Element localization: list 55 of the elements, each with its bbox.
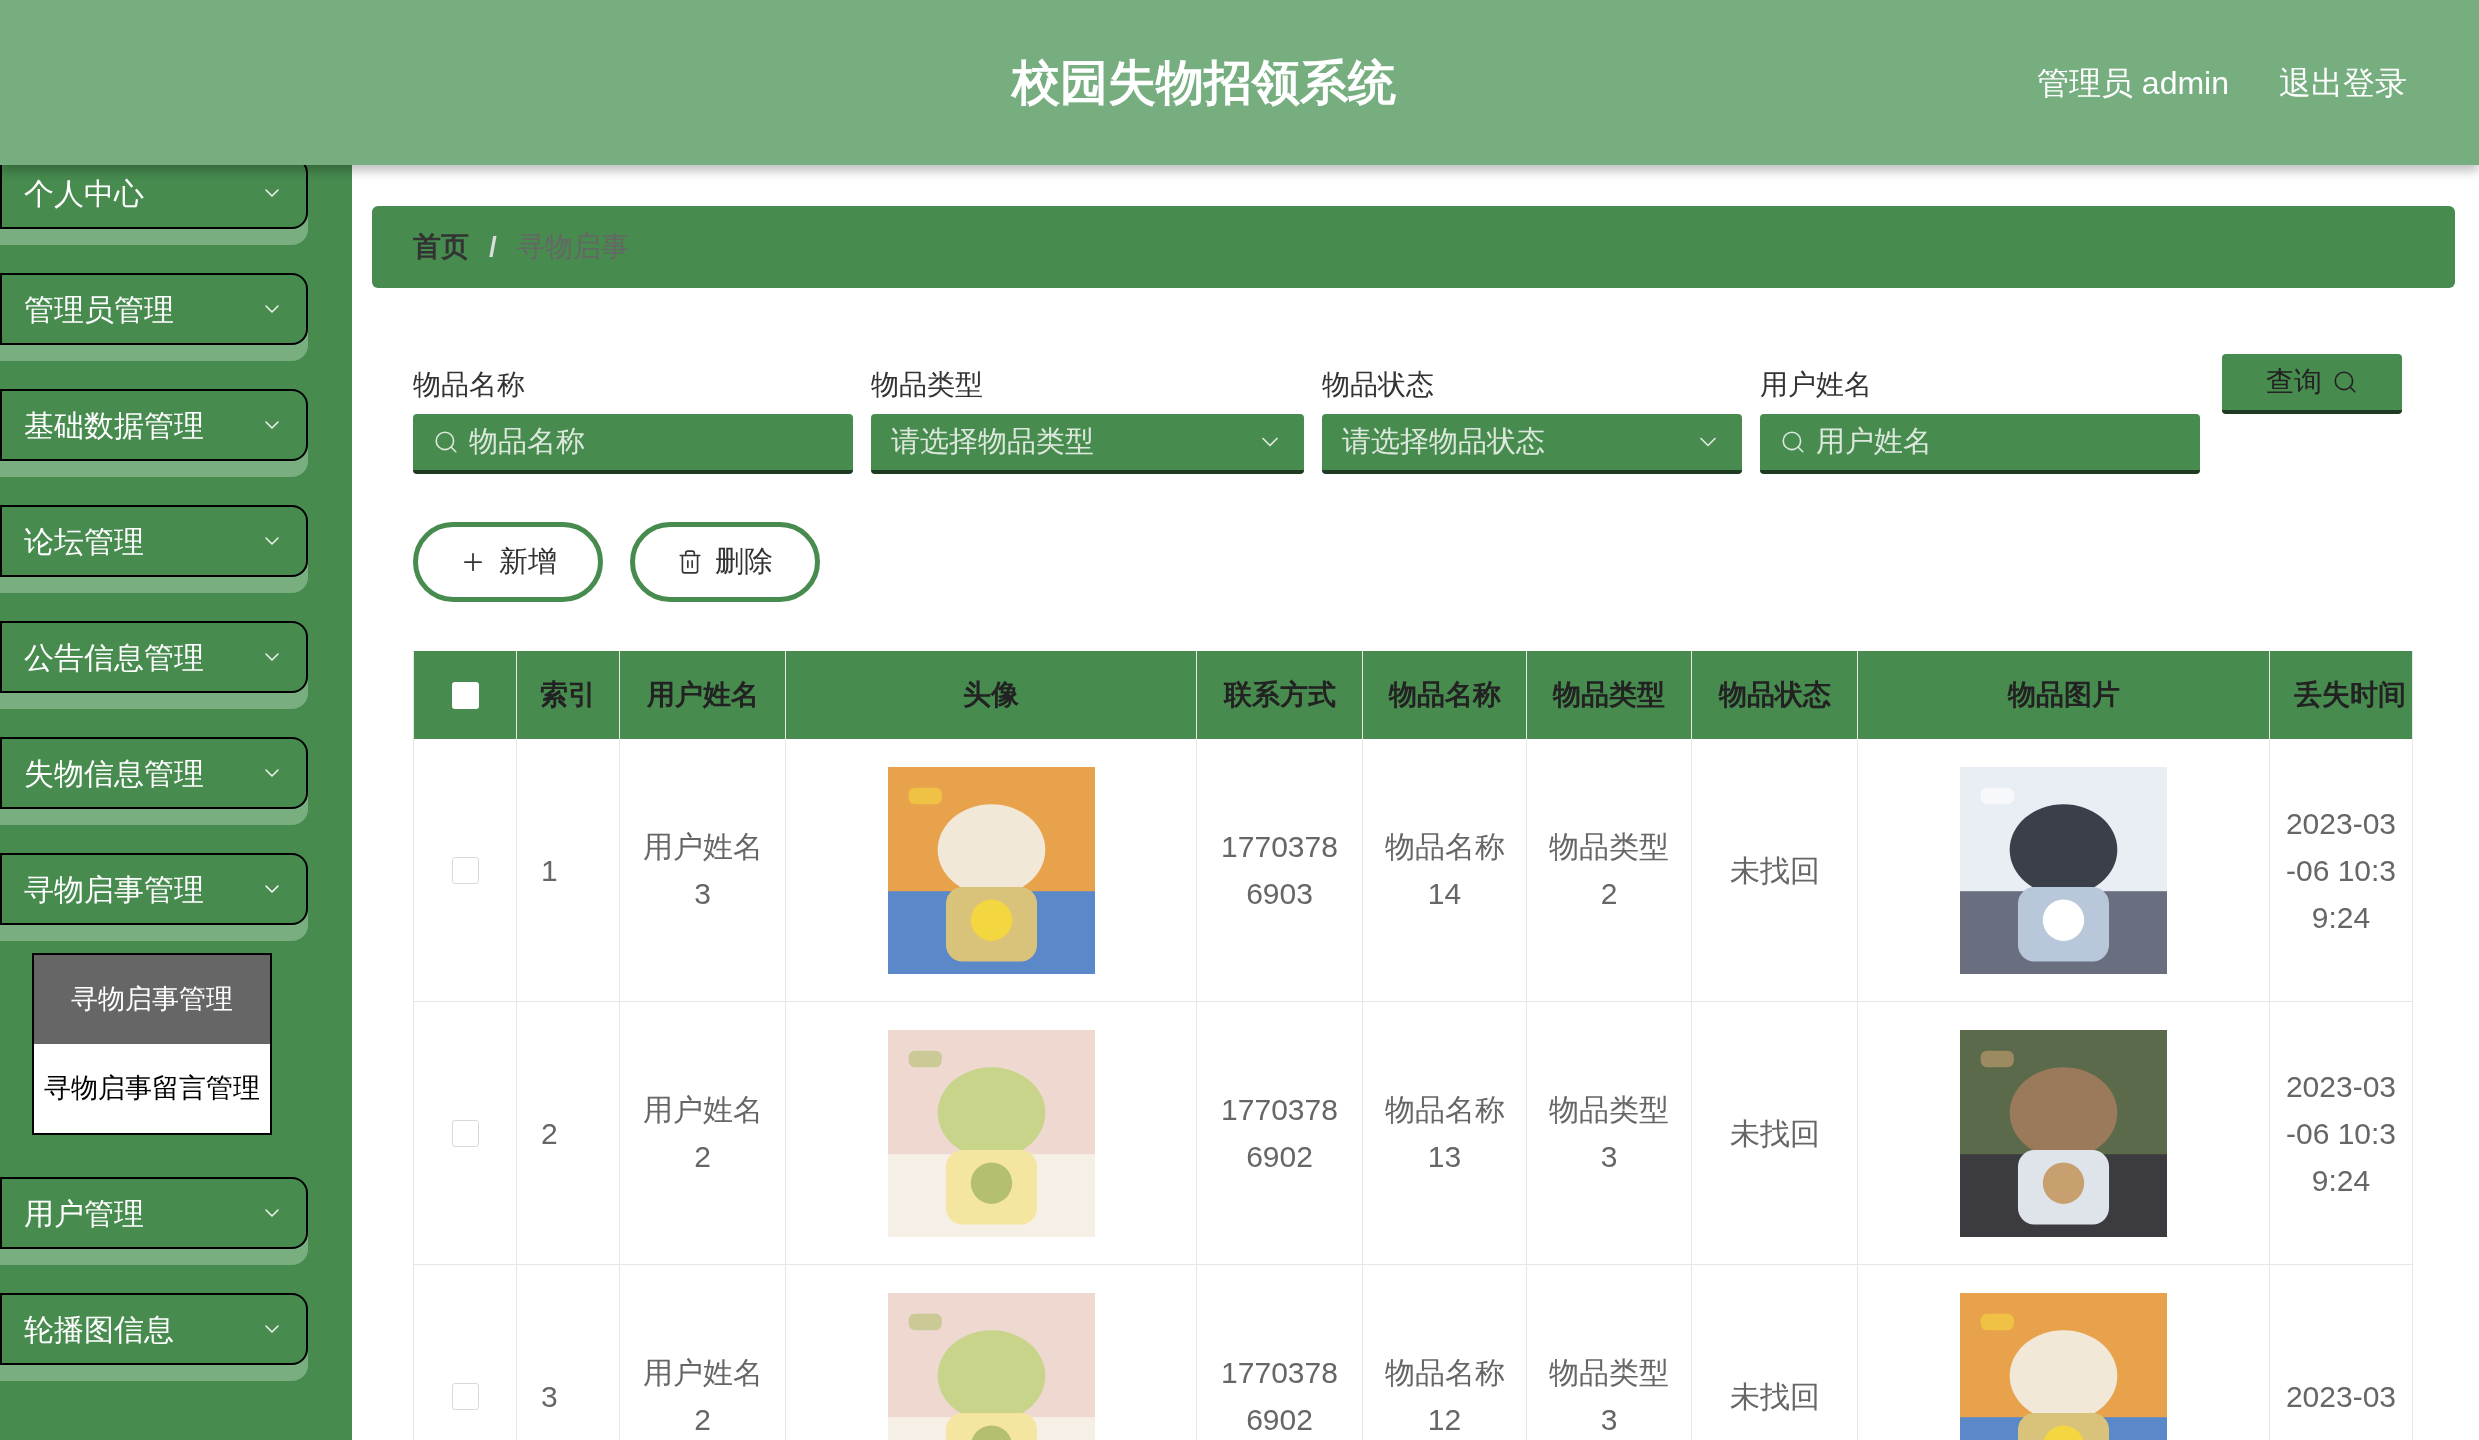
table-cell-text: 未找回 (1729, 1378, 1820, 1415)
breadcrumb-item[interactable]: 首页 (413, 226, 469, 268)
select-field[interactable]: 请选择物品状态 (1322, 414, 1742, 474)
table-cell-text: 3 (541, 1378, 558, 1415)
select-field[interactable]: 请选择物品类型 (871, 414, 1304, 474)
table-cell-text: 物品类型3 (1548, 1092, 1670, 1175)
breadcrumb-separator: / (489, 230, 497, 264)
table-cell-text: 2 (541, 1115, 558, 1152)
select-all-checkbox[interactable] (451, 681, 479, 709)
table-cell-text: 用户姓名2 (641, 1092, 764, 1175)
table-cell-text: 未找回 (1729, 1115, 1820, 1152)
column-header: 物品类型 (1527, 651, 1692, 739)
search-field[interactable]: 物品名称 (413, 414, 853, 474)
table-cell-text: 物品名称14 (1383, 829, 1506, 912)
table-cell-text: 1 (541, 852, 558, 889)
search-field[interactable]: 用户姓名 (1760, 414, 2200, 474)
table-cell-text: 物品类型3 (1548, 1355, 1670, 1438)
query-button[interactable]: 查询 (2222, 354, 2402, 414)
column-header: 物品图片 (1858, 651, 2270, 739)
table-cell-text: 物品类型2 (1548, 829, 1670, 912)
search-icon (433, 429, 459, 455)
column-header: 索引 (517, 651, 620, 739)
field-label: 物品状态 (1322, 368, 1435, 402)
search-icon (2332, 369, 2358, 395)
table-cell-text: 物品名称12 (1383, 1355, 1506, 1438)
table-cell-text: 2023-03-06 10:39:24 (2284, 805, 2398, 936)
table-cell-text: 17703786903 (1220, 829, 1339, 912)
delete-button[interactable]: 删除 (630, 522, 820, 602)
row-checkbox[interactable] (451, 1382, 479, 1410)
column-header: 头像 (786, 651, 1197, 739)
field-label: 用户姓名 (1760, 368, 1873, 402)
table-cell-text: 17703786902 (1220, 1355, 1339, 1438)
trash-icon (677, 549, 703, 575)
table-cell-text: 用户姓名2 (641, 1355, 764, 1438)
table-cell-text: 物品名称13 (1383, 1092, 1506, 1175)
table-cell-text: 2023-03-06 10:39:24 (2284, 1068, 2398, 1199)
logout-link[interactable]: 退出登录 (2279, 58, 2407, 107)
column-header: 用户姓名 (620, 651, 786, 739)
submenu-item[interactable]: 寻物启事管理 (34, 955, 270, 1044)
add-button[interactable]: 新增 (413, 522, 603, 602)
column-header: 物品状态 (1692, 651, 1858, 739)
field-label: 物品类型 (871, 368, 984, 402)
table-cell-text: 用户姓名3 (641, 829, 764, 912)
app-title: 校园失物招领系统 (1011, 54, 1396, 111)
table-cell-text: 未找回 (1729, 852, 1820, 889)
table-cell-text: 2023-03 (2284, 1378, 2398, 1415)
admin-user: 管理员 admin (2036, 63, 2229, 103)
column-header: 物品名称 (1363, 651, 1527, 739)
search-icon (1780, 429, 1806, 455)
field-label: 物品名称 (413, 368, 526, 402)
row-checkbox[interactable] (451, 1119, 479, 1147)
column-header: 联系方式 (1197, 651, 1363, 739)
table-cell-text: 17703786902 (1220, 1092, 1339, 1175)
row-checkbox[interactable] (451, 856, 479, 884)
column-header: 丢失时间 (2270, 651, 2413, 739)
